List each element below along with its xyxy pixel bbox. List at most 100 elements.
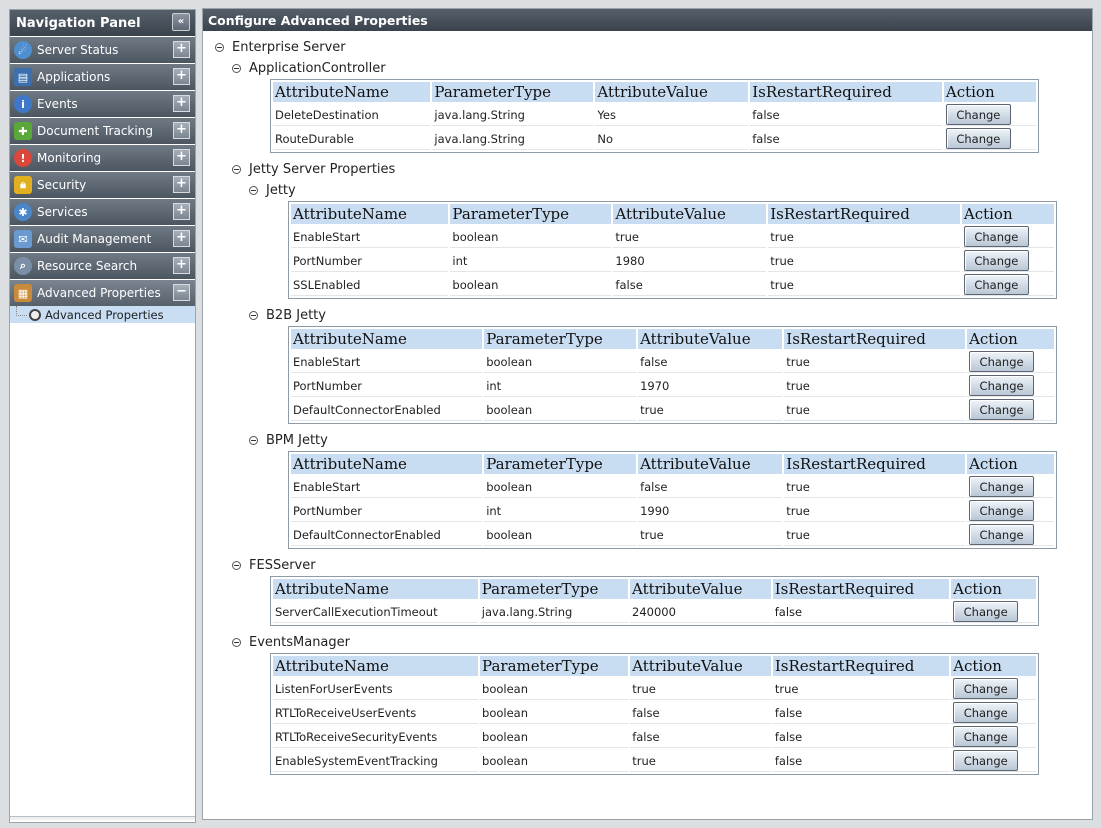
tree-node-fes-server[interactable]: FESServer: [232, 555, 1092, 576]
change-button[interactable]: Change: [953, 726, 1019, 747]
change-button[interactable]: Change: [969, 476, 1035, 497]
nav-subitem-label: Advanced Properties: [45, 307, 164, 322]
table-header-row: AttributeName ParameterType AttributeValue…: [291, 454, 1054, 474]
action-cell: Change: [943, 128, 1036, 150]
tree-node-label: Jetty Server Properties: [249, 162, 396, 177]
column-header: ParameterType: [484, 329, 637, 349]
nav-item-applications[interactable]: ▤ Applications +: [10, 64, 195, 90]
table-cell: RTLToReceiveSecurityEvents: [273, 726, 479, 748]
collapse-toggle-icon[interactable]: [232, 64, 241, 73]
column-header: AttributeName: [291, 329, 483, 349]
change-button[interactable]: Change: [945, 128, 1011, 149]
column-header: AttributeValue: [595, 82, 749, 102]
column-header: AttributeValue: [638, 329, 783, 349]
expand-icon[interactable]: +: [173, 122, 190, 139]
nav-item-document-tracking[interactable]: ✚ Document Tracking +: [10, 118, 195, 144]
services-icon: ✱: [14, 203, 32, 221]
search-icon: ⌕: [14, 257, 32, 275]
change-button[interactable]: Change: [953, 702, 1019, 723]
table-cell: false: [772, 726, 950, 748]
expand-icon[interactable]: +: [173, 68, 190, 85]
change-button[interactable]: Change: [969, 399, 1035, 420]
change-button[interactable]: Change: [969, 375, 1035, 396]
nav-item-services[interactable]: ✱ Services +: [10, 199, 195, 225]
table-cell: Yes: [595, 104, 749, 126]
collapse-icon[interactable]: −: [173, 284, 190, 301]
table-row: PortNumber int 1990 true Change: [291, 500, 1054, 522]
tree-node-b2b-jetty[interactable]: B2B Jetty: [249, 305, 1092, 326]
collapse-toggle-icon[interactable]: [232, 638, 241, 647]
collapse-toggle-icon[interactable]: [249, 436, 258, 445]
column-header: IsRestartRequired: [784, 454, 966, 474]
change-button[interactable]: Change: [969, 351, 1035, 372]
change-button[interactable]: Change: [945, 104, 1011, 125]
change-button[interactable]: Change: [969, 500, 1035, 521]
tree-node-application-controller[interactable]: ApplicationController: [232, 58, 1092, 79]
tree-node-enterprise-server[interactable]: Enterprise Server: [215, 37, 1092, 58]
collapse-toggle-icon[interactable]: [232, 165, 241, 174]
action-cell: Change: [961, 226, 1054, 248]
audit-icon: ✉: [14, 230, 32, 248]
column-header: AttributeValue: [630, 656, 771, 676]
nav-item-audit-management[interactable]: ✉ Audit Management +: [10, 226, 195, 252]
tree-node-events-manager[interactable]: EventsManager: [232, 632, 1092, 653]
column-header: AttributeName: [291, 204, 449, 224]
table-cell: boolean: [484, 351, 637, 373]
table-cell: true: [768, 250, 960, 272]
table-row: RouteDurable java.lang.String No false Chang…: [273, 128, 1036, 150]
nav-item-events[interactable]: i Events +: [10, 91, 195, 117]
expand-icon[interactable]: +: [173, 95, 190, 112]
table-cell: PortNumber: [291, 500, 483, 522]
collapse-panel-icon[interactable]: «: [172, 13, 190, 31]
nav-item-label: Applications: [37, 70, 111, 84]
tree-node-bpm-jetty[interactable]: BPM Jetty: [249, 430, 1092, 451]
table-row: PortNumber int 1970 true Change: [291, 375, 1054, 397]
collapse-toggle-icon[interactable]: [232, 561, 241, 570]
nav-bottom-scrollbar[interactable]: [10, 816, 195, 820]
table-header-row: AttributeName ParameterType AttributeValue…: [291, 329, 1054, 349]
table-row: EnableSystemEventTracking boolean true fals…: [273, 750, 1036, 772]
table-cell: false: [750, 128, 942, 150]
nav-subitem-advanced-properties[interactable]: Advanced Properties: [10, 305, 195, 323]
navigation-panel: Navigation Panel « ☄ Server Status + ▤ A…: [9, 9, 196, 823]
expand-icon[interactable]: +: [173, 176, 190, 193]
main-panel: Configure Advanced Properties Enterprise…: [202, 8, 1093, 820]
change-button[interactable]: Change: [963, 250, 1029, 271]
action-cell: Change: [943, 104, 1036, 126]
expand-icon[interactable]: +: [173, 149, 190, 166]
change-button[interactable]: Change: [953, 678, 1019, 699]
expand-icon[interactable]: +: [173, 257, 190, 274]
collapse-toggle-icon[interactable]: [249, 186, 258, 195]
change-button[interactable]: Change: [953, 601, 1019, 622]
table-cell: boolean: [484, 524, 637, 546]
collapse-toggle-icon[interactable]: [215, 43, 224, 52]
tree-node-label: Jetty: [266, 183, 296, 198]
nav-item-monitoring[interactable]: ! Monitoring +: [10, 145, 195, 171]
change-button[interactable]: Change: [963, 226, 1029, 247]
column-header: IsRestartRequired: [784, 329, 966, 349]
column-header: IsRestartRequired: [768, 204, 960, 224]
server-status-icon: ☄: [14, 41, 32, 59]
tree-node-jetty-server-properties[interactable]: Jetty Server Properties: [232, 159, 1092, 180]
expand-icon[interactable]: +: [173, 41, 190, 58]
table-row: EnableStart boolean false true Change: [291, 476, 1054, 498]
change-button[interactable]: Change: [953, 750, 1019, 771]
expand-icon[interactable]: +: [173, 203, 190, 220]
table-row: PortNumber int 1980 true Change: [291, 250, 1054, 272]
tree-node-jetty[interactable]: Jetty: [249, 180, 1092, 201]
puzzle-icon: ✚: [14, 122, 32, 140]
change-button[interactable]: Change: [963, 274, 1029, 295]
table-cell: RTLToReceiveUserEvents: [273, 702, 479, 724]
action-cell: Change: [961, 250, 1054, 272]
nav-item-resource-search[interactable]: ⌕ Resource Search +: [10, 253, 195, 279]
nav-item-server-status[interactable]: ☄ Server Status +: [10, 37, 195, 63]
column-header: IsRestartRequired: [772, 656, 950, 676]
table-cell: boolean: [484, 399, 637, 421]
nav-item-security[interactable]: 🔒︎ Security +: [10, 172, 195, 198]
change-button[interactable]: Change: [969, 524, 1035, 545]
action-cell: Change: [961, 274, 1054, 296]
table-cell: 1990: [638, 500, 783, 522]
collapse-toggle-icon[interactable]: [249, 311, 258, 320]
nav-item-advanced-properties[interactable]: ▦ Advanced Properties −: [10, 280, 195, 306]
expand-icon[interactable]: +: [173, 230, 190, 247]
